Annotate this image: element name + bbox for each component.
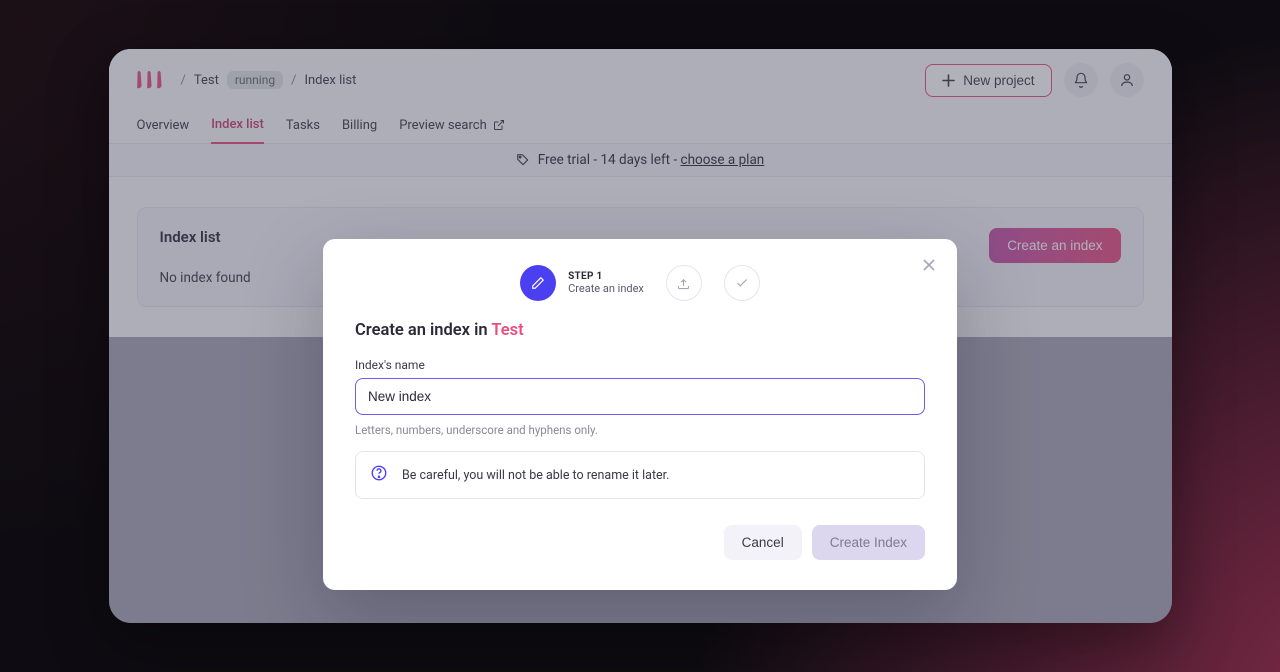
cancel-button[interactable]: Cancel (724, 525, 802, 560)
pencil-icon (531, 276, 545, 290)
index-name-input[interactable] (355, 378, 925, 415)
close-icon[interactable] (923, 259, 935, 275)
upload-icon (676, 276, 691, 291)
create-index-submit-button[interactable]: Create Index (812, 525, 925, 560)
step-3-circle (724, 265, 760, 301)
check-icon (735, 276, 749, 290)
step-label: STEP 1 (568, 271, 644, 282)
help-icon (370, 464, 388, 486)
rename-warning: Be careful, you will not be able to rena… (355, 451, 925, 499)
create-index-modal: STEP 1 Create an index Create an index i… (323, 239, 957, 590)
warning-text: Be careful, you will not be able to rena… (402, 468, 669, 483)
modal-title-project: Test (491, 321, 523, 340)
step-sub: Create an index (568, 282, 644, 295)
step-2-circle (666, 265, 702, 301)
index-name-label: Index's name (355, 358, 925, 372)
step-1-circle (520, 265, 556, 301)
index-name-hint: Letters, numbers, underscore and hyphens… (355, 423, 925, 437)
modal-title: Create an index in Test (355, 321, 925, 340)
stepper: STEP 1 Create an index (355, 265, 925, 301)
